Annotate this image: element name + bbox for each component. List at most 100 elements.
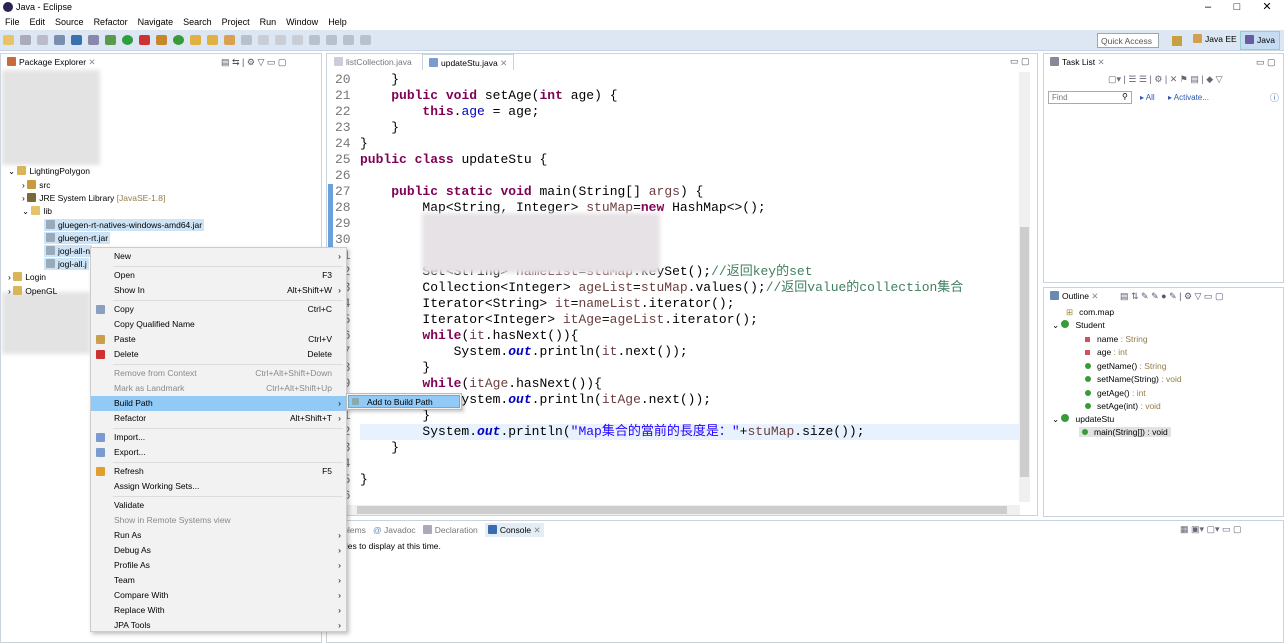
menu-item-refresh[interactable]: Refresh F5	[91, 464, 346, 479]
menu-item-replace-with[interactable]: Replace With ›	[91, 603, 346, 618]
perspective-java-ee[interactable]: Java EE	[1193, 34, 1237, 44]
menu-item-show-in[interactable]: Show In Alt+Shift+W ›	[91, 283, 346, 298]
close-tab-icon[interactable]: ✕	[1091, 291, 1098, 301]
menu-item-paste[interactable]: Paste Ctrl+V	[91, 332, 346, 347]
code-line[interactable]: Iterator<String> it=nameList.iterator();	[360, 296, 734, 312]
code-line[interactable]: public class updateStu {	[360, 152, 547, 168]
tree-item-jar[interactable]: jogl-all.j	[44, 258, 89, 270]
task-find-input[interactable]: Find	[1048, 91, 1132, 104]
code-line[interactable]: }	[360, 408, 430, 424]
close-button[interactable]: ✕	[1252, 0, 1282, 15]
tree-item-src[interactable]: › src	[22, 180, 51, 190]
new-java-package-icon[interactable]	[156, 35, 167, 45]
menu-item-delete[interactable]: Delete Delete	[91, 347, 346, 362]
open-folder-icon[interactable]	[207, 35, 218, 45]
task-toolbar-icons[interactable]: ▢▾ | ☰ ☰ | ⚙ | ✕ ⚑ ▤ | ◆ ▽	[1108, 74, 1223, 85]
all-link[interactable]: ▸ All	[1140, 93, 1155, 102]
menu-item-build-path[interactable]: Build Path ›	[91, 396, 346, 411]
menu-item-mark-as-landmark[interactable]: Mark as Landmark Ctrl+Alt+Shift+Up	[91, 381, 346, 396]
outline-class-student[interactable]: ⌄ Student	[1052, 320, 1105, 331]
help-icon[interactable]: ⓘ	[1270, 91, 1279, 104]
menu-run[interactable]: Run	[255, 15, 282, 29]
editor-min-max-icons[interactable]: ▭ ▢	[1010, 56, 1030, 67]
annotation-icon[interactable]	[241, 35, 252, 45]
code-line[interactable]: }	[360, 360, 430, 376]
tab-console[interactable]: Console ✕	[484, 523, 544, 537]
menu-item-new[interactable]: New ›	[91, 249, 346, 264]
add-to-build-path-item[interactable]: Add to Build Path	[348, 395, 460, 408]
block-selection-icon[interactable]	[275, 35, 286, 45]
quick-access-input[interactable]: Quick Access	[1097, 33, 1159, 48]
menu-item-refactor[interactable]: Refactor Alt+Shift+T ›	[91, 411, 346, 426]
outline-method[interactable]: getName() : String	[1085, 361, 1166, 371]
menu-item-remove-from-context[interactable]: Remove from Context Ctrl+Alt+Shift+Down	[91, 366, 346, 381]
code-line[interactable]: System.out.println(it.next());	[360, 344, 688, 360]
back-icon[interactable]	[343, 35, 354, 45]
code-line[interactable]: while(it.hasNext()){	[360, 328, 578, 344]
outline-package[interactable]: ⊞ com.map	[1066, 307, 1114, 318]
menu-item-import[interactable]: Import...	[91, 430, 346, 445]
code-line[interactable]: while(itAge.hasNext()){	[360, 376, 601, 392]
next-annotation-icon[interactable]	[309, 35, 320, 45]
code-line[interactable]: }	[360, 440, 399, 456]
menu-item-team[interactable]: Team ›	[91, 573, 346, 588]
close-tab-icon[interactable]: ✕	[500, 58, 507, 68]
outline-class-updatestu[interactable]: ⌄ updateStu	[1052, 414, 1114, 425]
new-icon[interactable]	[3, 35, 14, 45]
code-line[interactable]: }	[360, 120, 399, 136]
outline-method[interactable]: setName(String) : void	[1085, 374, 1182, 384]
editor-tab-updatestu[interactable]: updateStu.java ✕	[422, 54, 515, 70]
menu-item-compare-with[interactable]: Compare With ›	[91, 588, 346, 603]
new-class-icon[interactable]	[173, 35, 184, 45]
tree-item-jar[interactable]: jogl-all-n	[44, 245, 93, 257]
menu-refactor[interactable]: Refactor	[89, 15, 133, 29]
skip-breakpoints-icon[interactable]	[88, 35, 99, 45]
code-line[interactable]: Collection<Integer> ageList=stuMap.value…	[360, 280, 963, 296]
code-line[interactable]: public void setAge(int age) {	[360, 88, 617, 104]
save-all-icon[interactable]	[37, 35, 48, 45]
menu-item-profile-as[interactable]: Profile As ›	[91, 558, 346, 573]
view-toolbar-icons[interactable]: ▤ ⇆ | ⚙ ▽ ▭ ▢	[221, 57, 286, 68]
menu-item-copy-qualified-name[interactable]: Copy Qualified Name	[91, 317, 346, 332]
code-line[interactable]: public static void main(String[] args) {	[360, 184, 703, 200]
horizontal-scrollbar[interactable]	[345, 505, 1020, 515]
menu-item-assign-working-sets[interactable]: Assign Working Sets...	[91, 479, 346, 494]
save-icon[interactable]	[20, 35, 31, 45]
tree-item-jre[interactable]: › JRE System Library [JavaSE-1.8]	[22, 193, 165, 203]
menu-edit[interactable]: Edit	[25, 15, 51, 29]
close-tab-icon[interactable]: ✕	[1097, 57, 1104, 67]
code-line[interactable]: }	[360, 472, 368, 488]
maximize-button[interactable]: □	[1222, 0, 1252, 15]
menu-item-export[interactable]: Export...	[91, 445, 346, 460]
menu-help[interactable]: Help	[323, 15, 352, 29]
activate-link[interactable]: ▸ Activate...	[1168, 93, 1209, 102]
perspective-java[interactable]: Java	[1240, 31, 1280, 50]
menu-item-open[interactable]: Open F3	[91, 268, 346, 283]
open-type-icon[interactable]	[190, 35, 201, 45]
outline-toolbar-icons[interactable]: ▤ ⇅ ✎ ✎ ● ✎ | ⚙ ▽ ▭ ▢	[1120, 291, 1223, 302]
outline-method-main[interactable]: main(String[]) : void	[1079, 427, 1171, 437]
show-whitespace-icon[interactable]	[292, 35, 303, 45]
tree-item-login[interactable]: › Login	[8, 272, 46, 282]
menu-source[interactable]: Source	[50, 15, 89, 29]
menu-file[interactable]: File	[0, 15, 25, 29]
menu-item-debug-as[interactable]: Debug As ›	[91, 543, 346, 558]
outline-field[interactable]: age : int	[1085, 347, 1127, 357]
print-icon[interactable]	[54, 35, 65, 45]
code-line[interactable]: this.age = age;	[360, 104, 539, 120]
menu-item-run-as[interactable]: Run As ›	[91, 528, 346, 543]
scroll-thumb[interactable]	[357, 506, 1007, 514]
menu-project[interactable]: Project	[217, 15, 255, 29]
close-tab-icon[interactable]: ✕	[533, 525, 540, 535]
min-max-icons[interactable]: ▭ ▢	[1256, 57, 1276, 68]
close-tab-icon[interactable]: ✕	[88, 57, 95, 67]
console-toolbar-icons[interactable]: ▦ ▣▾ ▢▾ ▭ ▢	[1180, 524, 1242, 535]
menu-item-jpa-tools[interactable]: JPA Tools ›	[91, 618, 346, 633]
code-line[interactable]: }	[360, 136, 368, 152]
outline-method[interactable]: getAge() : int	[1085, 388, 1146, 398]
minimize-button[interactable]: –	[1193, 0, 1223, 15]
prev-annotation-icon[interactable]	[326, 35, 337, 45]
code-line[interactable]: System.out.println("Map集合的當前的長度是："+stuMa…	[360, 424, 864, 440]
editor-tab-listcollection[interactable]: listCollection.java	[328, 54, 418, 70]
tree-item-lightingpolygon[interactable]: ⌄ LightingPolygon	[8, 166, 90, 177]
